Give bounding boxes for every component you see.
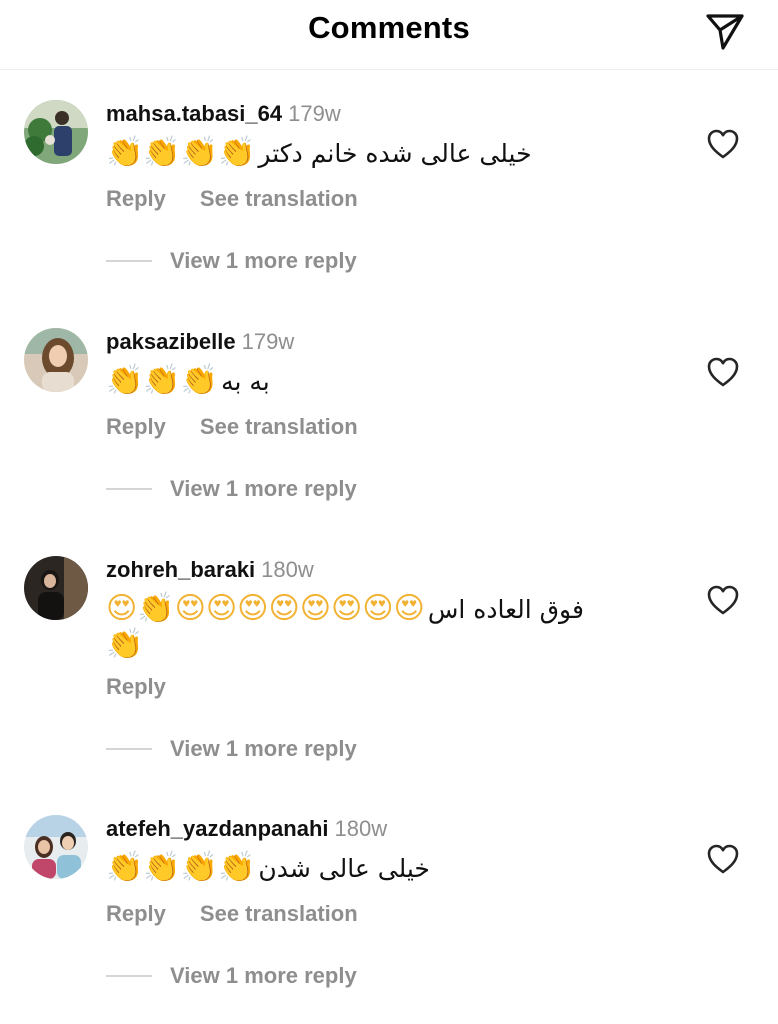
- comment-actions: Reply See translation: [106, 901, 358, 927]
- page-title: Comments: [308, 10, 470, 45]
- divider: [106, 260, 152, 262]
- view-more-replies-button[interactable]: View 1 more reply: [106, 736, 357, 762]
- reply-button[interactable]: Reply: [106, 414, 166, 439]
- username[interactable]: paksazibelle: [106, 329, 236, 354]
- comments-header: Comments: [0, 0, 778, 70]
- heart-eyes-emoji-row: 😍👏😍😍😍😍😍😍😍😍: [106, 591, 425, 626]
- comment-meta: atefeh_yazdanpanahi 180w: [106, 815, 387, 843]
- clapping-hands-emoji: 👏👏👏: [106, 363, 219, 398]
- username[interactable]: mahsa.tabasi_64: [106, 101, 282, 126]
- comment-item: mahsa.tabasi_64 179w 👏👏👏👏 خیلی عالی شده خا…: [0, 100, 778, 320]
- avatar[interactable]: [24, 556, 88, 620]
- divider: [106, 488, 152, 490]
- paper-plane-icon[interactable]: [702, 8, 748, 52]
- view-more-replies-button[interactable]: View 1 more reply: [106, 248, 357, 274]
- view-more-label: View 1 more reply: [170, 248, 357, 273]
- view-more-label: View 1 more reply: [170, 736, 357, 761]
- comment-item: atefeh_yazdanpanahi 180w 👏👏👏👏 خیلی عالی شد…: [0, 815, 778, 1024]
- heart-outline-icon[interactable]: [706, 128, 740, 160]
- view-more-label: View 1 more reply: [170, 476, 357, 501]
- timestamp: 180w: [261, 557, 314, 582]
- divider: [106, 975, 152, 977]
- comment-text: 👏👏👏 به به: [106, 362, 270, 400]
- avatar[interactable]: [24, 328, 88, 392]
- comment-actions: Reply See translation: [106, 186, 358, 212]
- comment-body: فوق العاده اس: [427, 594, 584, 624]
- heart-outline-icon[interactable]: [706, 843, 740, 875]
- comment-body: خیلی عالی شدن: [258, 853, 430, 883]
- comment-text: 👏👏👏👏 خیلی عالی شدن: [106, 849, 430, 887]
- see-translation-button[interactable]: See translation: [200, 414, 358, 439]
- username[interactable]: atefeh_yazdanpanahi: [106, 816, 329, 841]
- comment-body: به به: [221, 366, 270, 396]
- heart-outline-icon[interactable]: [706, 356, 740, 388]
- divider: [106, 748, 152, 750]
- avatar[interactable]: [24, 100, 88, 164]
- comment-actions: Reply See translation: [106, 414, 358, 440]
- comment-text-line-2: 👏: [106, 626, 146, 664]
- reply-button[interactable]: Reply: [106, 901, 166, 926]
- avatar[interactable]: [24, 815, 88, 879]
- reply-button[interactable]: Reply: [106, 186, 166, 211]
- comment-item: paksazibelle 179w 👏👏👏 به به Reply See trans…: [0, 328, 778, 548]
- heart-outline-icon[interactable]: [706, 584, 740, 616]
- timestamp: 180w: [334, 816, 388, 841]
- comment-actions: Reply: [106, 674, 166, 700]
- reply-button[interactable]: Reply: [106, 674, 166, 699]
- comment-item: zohreh_baraki 180w 😍👏😍😍😍😍😍😍😍😍 فوق العاده ا…: [0, 556, 778, 776]
- view-more-replies-button[interactable]: View 1 more reply: [106, 476, 357, 502]
- clapping-hands-emoji: 👏: [106, 627, 144, 662]
- username[interactable]: zohreh_baraki: [106, 557, 255, 582]
- view-more-label: View 1 more reply: [170, 963, 357, 988]
- comment-text: 👏👏👏👏 خیلی عالی شده خانم دکتر: [106, 134, 532, 172]
- comment-meta: mahsa.tabasi_64 179w: [106, 100, 341, 128]
- comment-meta: paksazibelle 179w: [106, 328, 294, 356]
- timestamp: 179w: [288, 101, 341, 126]
- comment-text: 😍👏😍😍😍😍😍😍😍😍 فوق العاده اس: [106, 590, 584, 628]
- see-translation-button[interactable]: See translation: [200, 186, 358, 211]
- comment-meta: zohreh_baraki 180w: [106, 556, 314, 584]
- view-more-replies-button[interactable]: View 1 more reply: [106, 963, 357, 989]
- timestamp: 179w: [241, 329, 295, 354]
- clapping-hands-emoji: 👏👏👏👏: [106, 135, 256, 170]
- comment-body: خیلی عالی شده خانم دکتر: [258, 138, 532, 168]
- see-translation-button[interactable]: See translation: [200, 901, 358, 926]
- clapping-hands-emoji: 👏👏👏👏: [106, 850, 256, 885]
